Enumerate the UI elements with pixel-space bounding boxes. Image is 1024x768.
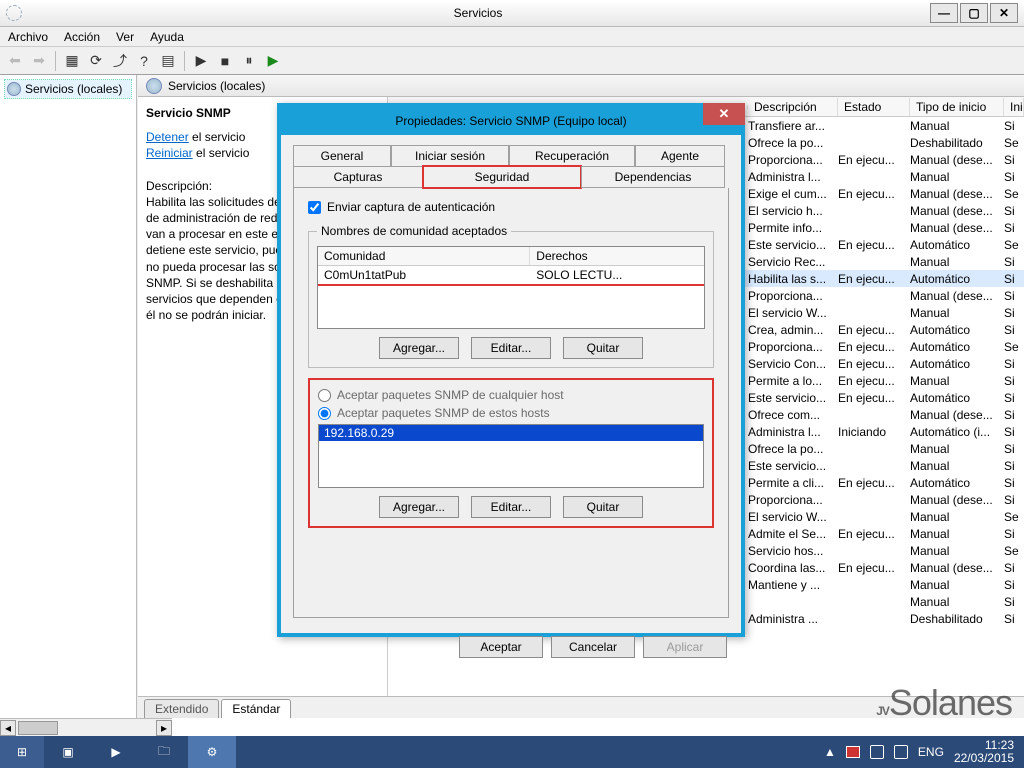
stop-link[interactable]: Detener bbox=[146, 130, 189, 144]
tray-shield-icon[interactable] bbox=[846, 746, 860, 758]
hosts-section: Aceptar paquetes SNMP de cualquier host … bbox=[308, 378, 714, 528]
tab-general[interactable]: General bbox=[293, 145, 391, 166]
dialog-title: Propiedades: Servicio SNMP (Equipo local… bbox=[395, 114, 626, 128]
task-powershell[interactable]: ▶ bbox=[92, 736, 140, 768]
ok-button[interactable]: Aceptar bbox=[459, 636, 543, 658]
radio-these-hosts[interactable]: Aceptar paquetes SNMP de estos hosts bbox=[318, 406, 704, 420]
scroll-left-icon[interactable]: ◂ bbox=[0, 720, 16, 736]
toolbar-export-icon[interactable]: ⤴ bbox=[109, 50, 131, 72]
tray-sound-icon[interactable] bbox=[894, 745, 908, 759]
watermark: JVSolanes bbox=[876, 682, 1012, 724]
stop-icon[interactable]: ■ bbox=[214, 50, 236, 72]
task-server-manager[interactable]: ▣ bbox=[44, 736, 92, 768]
auth-trap-input[interactable] bbox=[308, 201, 321, 214]
tab-extendido[interactable]: Extendido bbox=[144, 699, 219, 718]
auth-trap-checkbox[interactable]: Enviar captura de autenticación bbox=[308, 200, 714, 214]
window-title: Servicios bbox=[28, 6, 928, 20]
pause-icon[interactable]: ⏸ bbox=[238, 50, 260, 72]
apply-button[interactable]: Aplicar bbox=[643, 636, 727, 658]
taskbar: ⊞ ▣ ▶ 🗀 ⚙ ▲ ENG 11:23 22/03/2015 bbox=[0, 736, 1024, 768]
dialog-close-button[interactable]: ✕ bbox=[703, 103, 745, 125]
restart-icon[interactable]: ▶ bbox=[262, 50, 284, 72]
scroll-right-icon[interactable]: ▸ bbox=[156, 720, 172, 736]
communities-legend: Nombres de comunidad aceptados bbox=[317, 224, 511, 238]
tray-flag-icon[interactable]: ▲ bbox=[824, 745, 836, 759]
community-rights: SOLO LECTU... bbox=[530, 266, 704, 284]
col-estado[interactable]: Estado bbox=[838, 98, 910, 116]
community-name: C0mUn1tatPub bbox=[318, 266, 530, 284]
community-remove-button[interactable]: Quitar bbox=[563, 337, 643, 359]
tab-seguridad[interactable]: Seguridad bbox=[423, 166, 581, 188]
gear-icon bbox=[146, 78, 162, 94]
col-derechos[interactable]: Derechos bbox=[530, 247, 704, 265]
toolbar-view-icon[interactable]: ▦ bbox=[61, 50, 83, 72]
tree-node-servicios-locales[interactable]: Servicios (locales) bbox=[4, 79, 132, 99]
window-titlebar: Servicios — ▢ ✕ bbox=[0, 0, 1024, 27]
back-button[interactable]: ⬅ bbox=[4, 50, 26, 72]
gear-icon bbox=[7, 82, 21, 96]
community-add-button[interactable]: Agregar... bbox=[379, 337, 459, 359]
col-tipo[interactable]: Tipo de inicio bbox=[910, 98, 1004, 116]
host-remove-button[interactable]: Quitar bbox=[563, 496, 643, 518]
menu-ver[interactable]: Ver bbox=[116, 30, 134, 44]
menu-ayuda[interactable]: Ayuda bbox=[150, 30, 184, 44]
tab-agente[interactable]: Agente bbox=[635, 145, 725, 166]
restart-link[interactable]: Reiniciar bbox=[146, 146, 193, 160]
properties-dialog: Propiedades: Servicio SNMP (Equipo local… bbox=[277, 103, 745, 637]
tab-dependencias[interactable]: Dependencias bbox=[581, 166, 725, 188]
community-row[interactable]: C0mUn1tatPub SOLO LECTU... bbox=[318, 266, 704, 286]
toolbar-props-icon[interactable]: ▤ bbox=[157, 50, 179, 72]
communities-group: Nombres de comunidad aceptados Comunidad… bbox=[308, 224, 714, 368]
tray-clock[interactable]: 11:23 22/03/2015 bbox=[954, 739, 1014, 765]
host-edit-button[interactable]: Editar... bbox=[471, 496, 551, 518]
tree-node-label: Servicios (locales) bbox=[25, 82, 122, 96]
tab-capturas[interactable]: Capturas bbox=[293, 166, 423, 188]
radio-any-host[interactable]: Aceptar paquetes SNMP de cualquier host bbox=[318, 388, 704, 402]
tab-iniciar-sesion[interactable]: Iniciar sesión bbox=[391, 145, 509, 166]
tree-pane: Servicios (locales) bbox=[0, 75, 137, 718]
col-comunidad[interactable]: Comunidad bbox=[318, 247, 530, 265]
host-add-button[interactable]: Agregar... bbox=[379, 496, 459, 518]
pane-title: Servicios (locales) bbox=[168, 79, 265, 93]
dialog-titlebar: Propiedades: Servicio SNMP (Equipo local… bbox=[281, 107, 741, 135]
hosts-listbox[interactable]: 192.168.0.29 bbox=[318, 424, 704, 488]
host-item[interactable]: 192.168.0.29 bbox=[319, 425, 703, 441]
menu-accion[interactable]: Acción bbox=[64, 30, 100, 44]
tab-estandar[interactable]: Estándar bbox=[221, 699, 291, 718]
minimize-button[interactable]: — bbox=[930, 3, 958, 23]
task-services[interactable]: ⚙ bbox=[188, 736, 236, 768]
toolbar-help-icon[interactable]: ? bbox=[133, 50, 155, 72]
start-button[interactable]: ⊞ bbox=[0, 736, 44, 768]
toolbar: ⬅ ➡ ▦ ⟳ ⤴ ? ▤ ▶ ■ ⏸ ▶ bbox=[0, 47, 1024, 75]
tray-lang[interactable]: ENG bbox=[918, 745, 944, 759]
pane-header: Servicios (locales) bbox=[138, 75, 1024, 97]
forward-button[interactable]: ➡ bbox=[28, 50, 50, 72]
communities-table[interactable]: Comunidad Derechos C0mUn1tatPub SOLO LEC… bbox=[317, 246, 705, 329]
col-ini[interactable]: Ini bbox=[1004, 98, 1024, 116]
task-explorer[interactable]: 🗀 bbox=[140, 736, 188, 768]
cancel-button[interactable]: Cancelar bbox=[551, 636, 635, 658]
col-desc[interactable]: Descripción bbox=[748, 98, 838, 116]
scroll-thumb[interactable] bbox=[18, 721, 58, 735]
play-icon[interactable]: ▶ bbox=[190, 50, 212, 72]
left-scrollbar[interactable]: ◂ ▸ bbox=[0, 718, 172, 736]
tray-network-icon[interactable] bbox=[870, 745, 884, 759]
tab-recuperacion[interactable]: Recuperación bbox=[509, 145, 635, 166]
menu-archivo[interactable]: Archivo bbox=[8, 30, 48, 44]
toolbar-refresh-icon[interactable]: ⟳ bbox=[85, 50, 107, 72]
menubar: Archivo Acción Ver Ayuda bbox=[0, 27, 1024, 47]
maximize-button[interactable]: ▢ bbox=[960, 3, 988, 23]
community-edit-button[interactable]: Editar... bbox=[471, 337, 551, 359]
app-icon bbox=[6, 5, 22, 21]
close-button[interactable]: ✕ bbox=[990, 3, 1018, 23]
